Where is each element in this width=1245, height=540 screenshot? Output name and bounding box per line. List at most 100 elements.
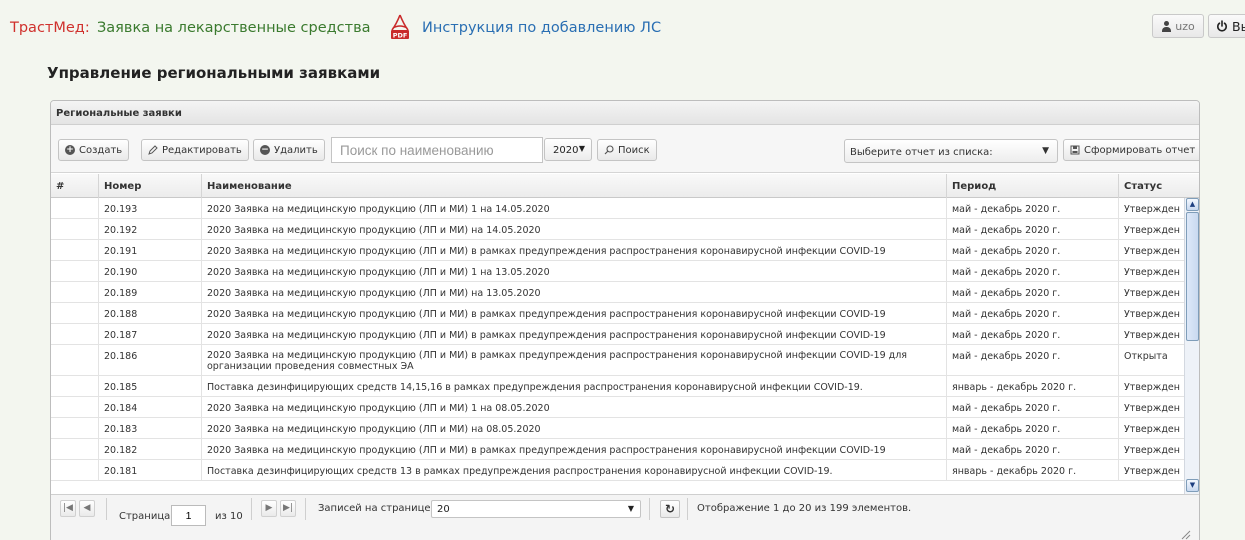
user-button[interactable]: uzo bbox=[1152, 14, 1204, 38]
scroll-down-icon[interactable]: ▼ bbox=[1186, 479, 1199, 492]
col-header-number[interactable]: Номер bbox=[99, 174, 202, 198]
cell-number: 20.191 bbox=[99, 240, 202, 260]
caret-down-icon: ▼ bbox=[1042, 146, 1049, 156]
cell-number: 20.183 bbox=[99, 418, 202, 438]
page-input[interactable] bbox=[171, 505, 206, 526]
create-button[interactable]: + Создать bbox=[58, 139, 130, 161]
search-label: Поиск bbox=[618, 144, 650, 156]
table-row[interactable]: 20.189 2020 Заявка на медицинскую продукц… bbox=[51, 282, 1184, 303]
top-bar: ТрастМед: Заявка на лекарственные средст… bbox=[0, 0, 1245, 52]
build-report-label: Сформировать отчет bbox=[1084, 144, 1196, 156]
pager-summary: Отображение 1 до 20 из 199 элементов. bbox=[697, 503, 912, 514]
cell-name: 2020 Заявка на медицинскую продукцию (ЛП… bbox=[202, 418, 947, 438]
cell-name: 2020 Заявка на медицинскую продукцию (ЛП… bbox=[202, 198, 947, 218]
page-label: Страница bbox=[119, 511, 171, 522]
pager-divider bbox=[106, 498, 107, 520]
cell-index bbox=[51, 439, 99, 459]
year-value: 2020 bbox=[553, 145, 579, 156]
col-header-period[interactable]: Период bbox=[947, 174, 1119, 198]
per-page-value: 20 bbox=[437, 504, 450, 515]
table-row[interactable]: 20.185 Поставка дезинфицирующих средств 1… bbox=[51, 376, 1184, 397]
table-row[interactable]: 20.187 2020 Заявка на медицинскую продукц… bbox=[51, 324, 1184, 345]
cell-status: Утвержден bbox=[1124, 204, 1180, 215]
per-page-label: Записей на странице: bbox=[318, 503, 434, 514]
col-header-name[interactable]: Наименование bbox=[202, 174, 947, 198]
cell-number: 20.193 bbox=[99, 198, 202, 218]
table-row[interactable]: 20.186 2020 Заявка на медицинскую продукц… bbox=[51, 345, 1184, 376]
cell-status: Утвержден bbox=[1124, 246, 1180, 257]
cell-status: Открыта bbox=[1124, 351, 1168, 362]
cell-status: Утвержден bbox=[1124, 382, 1180, 393]
table-row[interactable]: 20.190 2020 Заявка на медицинскую продукц… bbox=[51, 261, 1184, 282]
logout-label: Выход bbox=[1232, 18, 1245, 34]
grid-header: # Номер Наименование Период Статус bbox=[51, 174, 1199, 198]
prev-page-icon[interactable]: ◀ bbox=[79, 500, 95, 517]
cell-index bbox=[51, 397, 99, 417]
search-button[interactable]: Поиск bbox=[597, 139, 657, 161]
pager: |◀ ◀ Страница из 10 ▶ ▶| Записей на стра… bbox=[51, 494, 1199, 540]
plus-icon: + bbox=[65, 145, 75, 155]
brand-name: ТрастМед: bbox=[10, 20, 90, 36]
cell-index bbox=[51, 345, 99, 375]
create-label: Создать bbox=[79, 144, 123, 156]
cell-index bbox=[51, 376, 99, 396]
page-title: Управление региональными заявками bbox=[47, 64, 381, 82]
cell-period: май - декабрь 2020 г. bbox=[947, 397, 1119, 417]
cell-status: Утвержден bbox=[1124, 267, 1180, 278]
build-report-button[interactable]: Сформировать отчет bbox=[1063, 139, 1199, 161]
cell-status: Утвержден bbox=[1124, 424, 1180, 435]
resize-grip-icon[interactable] bbox=[1179, 528, 1191, 540]
user-name: uzo bbox=[1175, 19, 1195, 33]
table-row[interactable]: 20.188 2020 Заявка на медицинскую продукц… bbox=[51, 303, 1184, 324]
next-page-icon[interactable]: ▶ bbox=[261, 500, 277, 517]
pdf-icon[interactable]: PDF bbox=[389, 14, 411, 40]
cell-period: май - декабрь 2020 г. bbox=[947, 240, 1119, 260]
caret-down-icon: ▼ bbox=[627, 504, 634, 513]
table-row[interactable]: 20.184 2020 Заявка на медицинскую продукц… bbox=[51, 397, 1184, 418]
page-count: из 10 bbox=[215, 511, 243, 522]
table-row[interactable]: 20.181 Поставка дезинфицирующих средств 1… bbox=[51, 460, 1184, 481]
table-row[interactable]: 20.192 2020 Заявка на медицинскую продукц… bbox=[51, 219, 1184, 240]
col-header-index[interactable]: # bbox=[51, 174, 99, 198]
cell-index bbox=[51, 460, 99, 480]
cell-name: Поставка дезинфицирующих средств 14,15,1… bbox=[202, 376, 947, 396]
delete-button[interactable]: − Удалить bbox=[253, 139, 325, 161]
cell-name: 2020 Заявка на медицинскую продукцию (ЛП… bbox=[202, 345, 947, 375]
scroll-up-icon[interactable]: ▲ bbox=[1186, 198, 1199, 211]
table-row[interactable]: 20.182 2020 Заявка на медицинскую продукц… bbox=[51, 439, 1184, 460]
search-input[interactable] bbox=[331, 137, 543, 163]
cell-number: 20.190 bbox=[99, 261, 202, 281]
last-page-icon[interactable]: ▶| bbox=[280, 500, 296, 517]
pager-divider bbox=[305, 498, 306, 520]
first-page-icon[interactable]: |◀ bbox=[60, 500, 76, 517]
cell-number: 20.182 bbox=[99, 439, 202, 459]
instruction-link[interactable]: Инструкция по добавлению ЛС bbox=[422, 20, 661, 36]
edit-button[interactable]: Редактировать bbox=[141, 139, 249, 161]
cell-name: 2020 Заявка на медицинскую продукцию (ЛП… bbox=[202, 303, 947, 323]
table-row[interactable]: 20.183 2020 Заявка на медицинскую продукц… bbox=[51, 418, 1184, 439]
per-page-select[interactable]: 20 ▼ bbox=[431, 500, 641, 518]
logout-button[interactable]: Выход bbox=[1208, 14, 1245, 38]
refresh-icon[interactable]: ↻ bbox=[660, 500, 680, 518]
cell-period: май - декабрь 2020 г. bbox=[947, 324, 1119, 344]
report-select[interactable]: Выберите отчет из списка: ▼ bbox=[844, 139, 1058, 163]
toolbar: + Создать Редактировать − Удалить 2020 ▼… bbox=[51, 125, 1199, 173]
table-row[interactable]: 20.193 2020 Заявка на медицинскую продукц… bbox=[51, 198, 1184, 219]
cell-name: 2020 Заявка на медицинскую продукцию (ЛП… bbox=[202, 397, 947, 417]
scroll-thumb[interactable] bbox=[1186, 212, 1199, 341]
cell-index bbox=[51, 198, 99, 218]
table-row[interactable]: 20.191 2020 Заявка на медицинскую продукц… bbox=[51, 240, 1184, 261]
cell-period: май - декабрь 2020 г. bbox=[947, 198, 1119, 218]
cell-name: 2020 Заявка на медицинскую продукцию (ЛП… bbox=[202, 324, 947, 344]
cell-name: 2020 Заявка на медицинскую продукцию (ЛП… bbox=[202, 282, 947, 302]
grid-scrollbar[interactable]: ▲ ▼ bbox=[1184, 198, 1199, 494]
col-header-status[interactable]: Статус bbox=[1119, 174, 1199, 198]
pager-divider bbox=[649, 498, 650, 520]
pager-divider bbox=[687, 498, 688, 520]
grid-body: 20.193 2020 Заявка на медицинскую продукц… bbox=[51, 198, 1184, 481]
pencil-icon bbox=[148, 145, 158, 155]
edit-label: Редактировать bbox=[162, 144, 242, 156]
panel-title: Региональные заявки bbox=[51, 101, 1199, 125]
year-select[interactable]: 2020 ▼ bbox=[544, 138, 592, 161]
cell-period: май - декабрь 2020 г. bbox=[947, 439, 1119, 459]
